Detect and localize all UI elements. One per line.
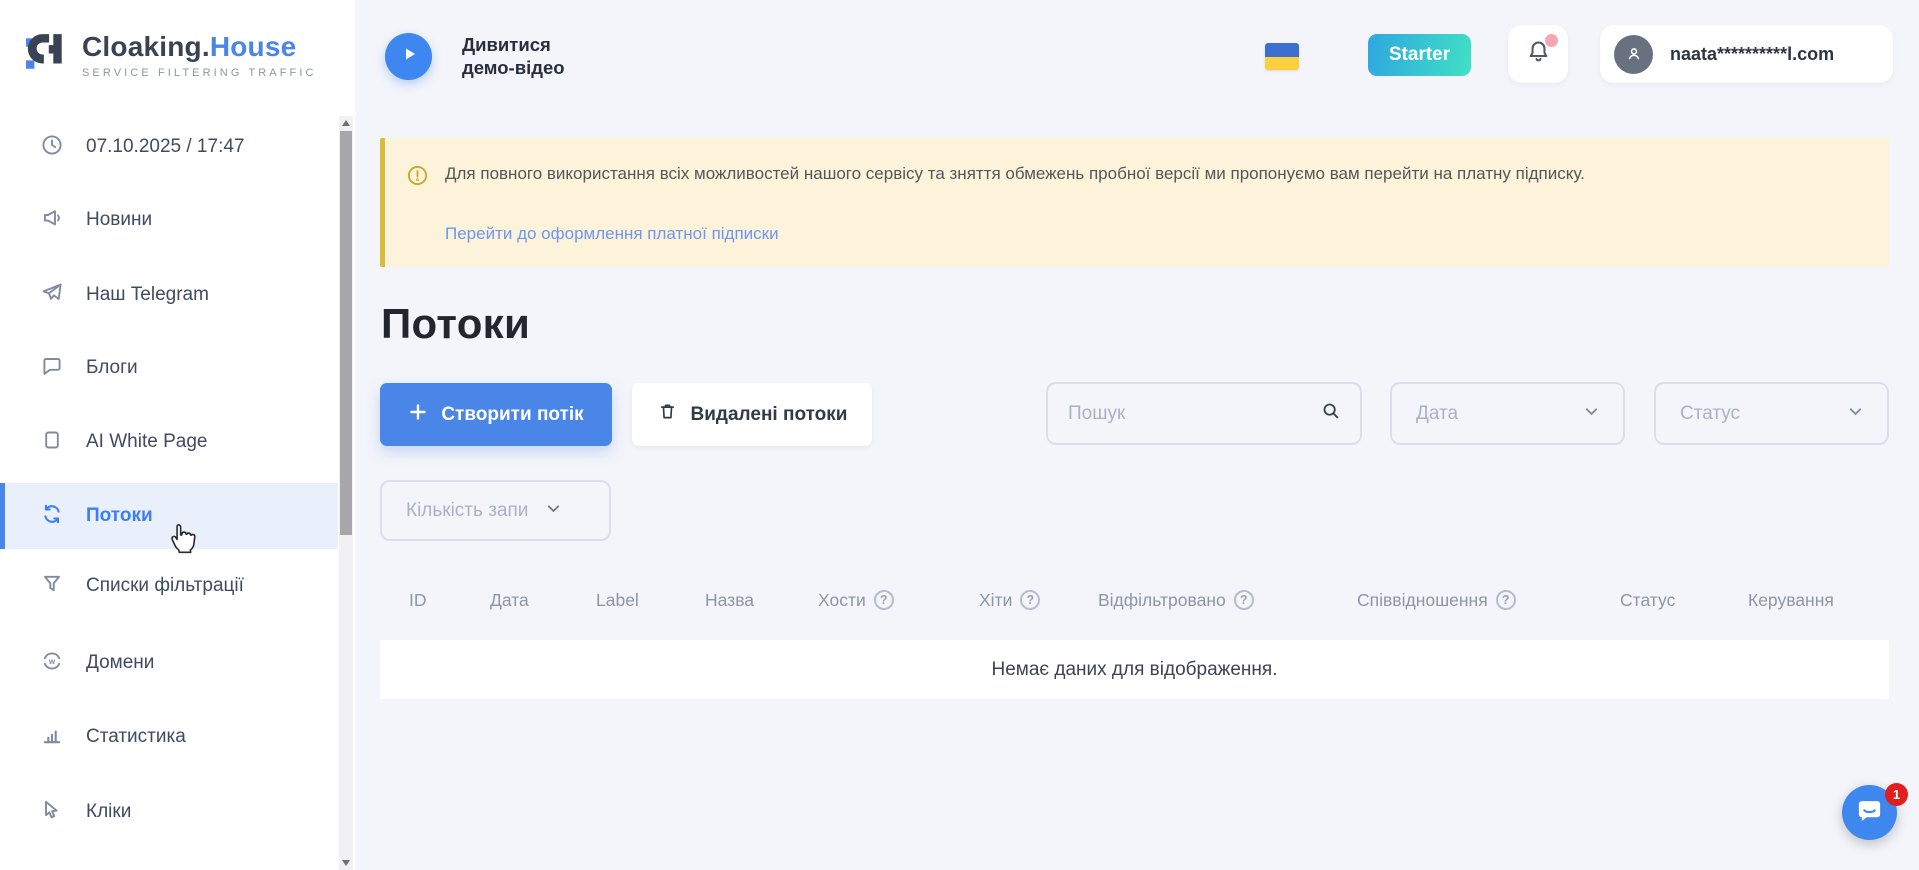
brand-tagline: SERVICE FILTERING TRAFFIC [82,67,317,79]
sidebar-item-telegram[interactable]: Наш Telegram [0,269,338,321]
sidebar-item-flows[interactable]: Потоки [0,483,338,549]
sidebar-item-label: Новини [86,209,152,231]
sidebar-item-label: Блоги [86,357,138,379]
warning-icon [406,164,429,192]
sidebar-item-statistics[interactable]: Статистика [0,711,338,763]
sidebar-scrollbar[interactable] [339,116,353,870]
chat-smile-icon [1854,795,1885,831]
per-page-label: Кількість запи [406,500,528,522]
sidebar-item-label: Статистика [86,726,186,748]
sidebar-item-date[interactable]: 07.10.2025 / 17:47 [0,121,338,173]
plus-icon [408,402,428,428]
column-header-hits: Хіти? [979,580,1040,620]
sidebar-item-label: Наш Telegram [86,284,209,306]
table-header-row: ID Дата Label Назва Хости? Хіти? Відфіль… [380,580,1889,620]
plan-badge[interactable]: Starter [1368,34,1471,76]
help-icon[interactable]: ? [874,590,894,610]
sync-icon [40,502,64,531]
trial-warning-banner: Для повного використання всіх можливосте… [380,138,1889,267]
create-flow-label: Створити потік [441,404,583,426]
scrollbar-thumb[interactable] [340,131,352,535]
deleted-flows-label: Видалені потоки [691,404,848,426]
chat-bubble-icon [40,354,64,383]
column-header-actions: Керування [1748,580,1834,620]
brand-logo-text: Cloaking.House SERVICE FILTERING TRAFFIC [82,33,317,79]
sidebar-item-label: Списки фільтрації [86,575,244,597]
create-flow-button[interactable]: Створити потік [380,383,612,446]
avatar [1614,35,1653,74]
chevron-down-icon [544,499,563,523]
brand-name-secondary: House [210,31,297,62]
flag-yellow-stripe [1265,57,1299,71]
demo-video-label[interactable]: Дивитися демо-відео [462,33,592,79]
banner-message: Для повного використання всіх можливосте… [445,161,1855,186]
column-header-label: Label [596,580,639,620]
sidebar-item-label: Домени [86,652,154,674]
cursor-arrow-icon [40,798,64,827]
sidebar-item-news[interactable]: Новини [0,194,338,246]
trash-icon [657,401,678,428]
globe-www-icon: w [40,649,64,678]
deleted-flows-button[interactable]: Видалені потоки [632,383,872,446]
megaphone-icon [40,206,64,235]
play-icon [400,45,418,68]
chat-unread-badge: 1 [1885,783,1908,806]
sidebar-item-blogs[interactable]: Блоги [0,342,338,394]
search-input[interactable] [1068,403,1320,425]
per-page-select[interactable]: Кількість запи [380,480,611,541]
sidebar-item-label: 07.10.2025 / 17:47 [86,136,244,158]
column-header-id: ID [409,580,427,620]
svg-text:w: w [48,656,56,665]
upgrade-subscription-link[interactable]: Перейти до оформлення платної підписки [445,224,779,244]
user-email: naata**********l.com [1670,44,1834,65]
search-icon[interactable] [1320,400,1342,427]
date-filter-select[interactable]: Дата [1390,382,1625,445]
brand-logo-icon [26,30,68,81]
column-header-ratio: Співвідношення? [1357,580,1516,620]
sidebar-item-label: Кліки [86,801,131,823]
brand-name-primary: Cloaking. [82,31,210,62]
funnel-icon [40,572,64,601]
sidebar-item-label: AI White Page [86,431,207,453]
help-icon[interactable]: ? [1496,590,1516,610]
sidebar-item-ai-white-page[interactable]: AI White Page [0,416,338,468]
sidebar-item-filter-lists[interactable]: Списки фільтрації [0,560,338,612]
status-filter-label: Статус [1680,403,1740,425]
scrollbar-up-arrow[interactable] [342,120,350,126]
page-icon [40,428,64,457]
notification-dot [1545,34,1558,47]
demo-video-play-button[interactable] [385,33,432,80]
sidebar: Cloaking.House SERVICE FILTERING TRAFFIC… [0,0,355,870]
flag-blue-stripe [1265,43,1299,57]
date-filter-label: Дата [1416,403,1458,425]
telegram-icon [40,281,64,310]
clock-icon [40,133,64,162]
help-icon[interactable]: ? [1020,590,1040,610]
help-icon[interactable]: ? [1234,590,1254,610]
brand-logo[interactable]: Cloaking.House SERVICE FILTERING TRAFFIC [26,30,317,81]
sidebar-item-label: Потоки [86,505,153,527]
column-header-hosts: Хости? [818,580,894,620]
scrollbar-down-arrow[interactable] [342,860,350,866]
bar-chart-icon [40,723,64,752]
chevron-down-icon [1846,402,1865,426]
sidebar-item-clicks[interactable]: Кліки [0,786,338,838]
column-header-status: Статус [1620,580,1675,620]
page-title: Потоки [381,300,530,348]
status-filter-select[interactable]: Статус [1654,382,1889,445]
sidebar-item-domains[interactable]: w Домени [0,637,338,689]
language-flag-ukraine[interactable] [1265,43,1299,70]
column-header-date: Дата [490,580,529,620]
column-header-name: Назва [705,580,754,620]
notifications-button[interactable] [1508,25,1568,83]
chevron-down-icon [1582,402,1601,426]
empty-state-text: Немає даних для відображення. [992,659,1278,681]
user-menu[interactable]: naata**********l.com [1600,25,1893,83]
column-header-filtered: Відфільтровано? [1098,580,1254,620]
app-root: Cloaking.House SERVICE FILTERING TRAFFIC… [0,0,1919,870]
table-empty-state: Немає даних для відображення. [380,640,1889,699]
search-box [1046,382,1362,445]
